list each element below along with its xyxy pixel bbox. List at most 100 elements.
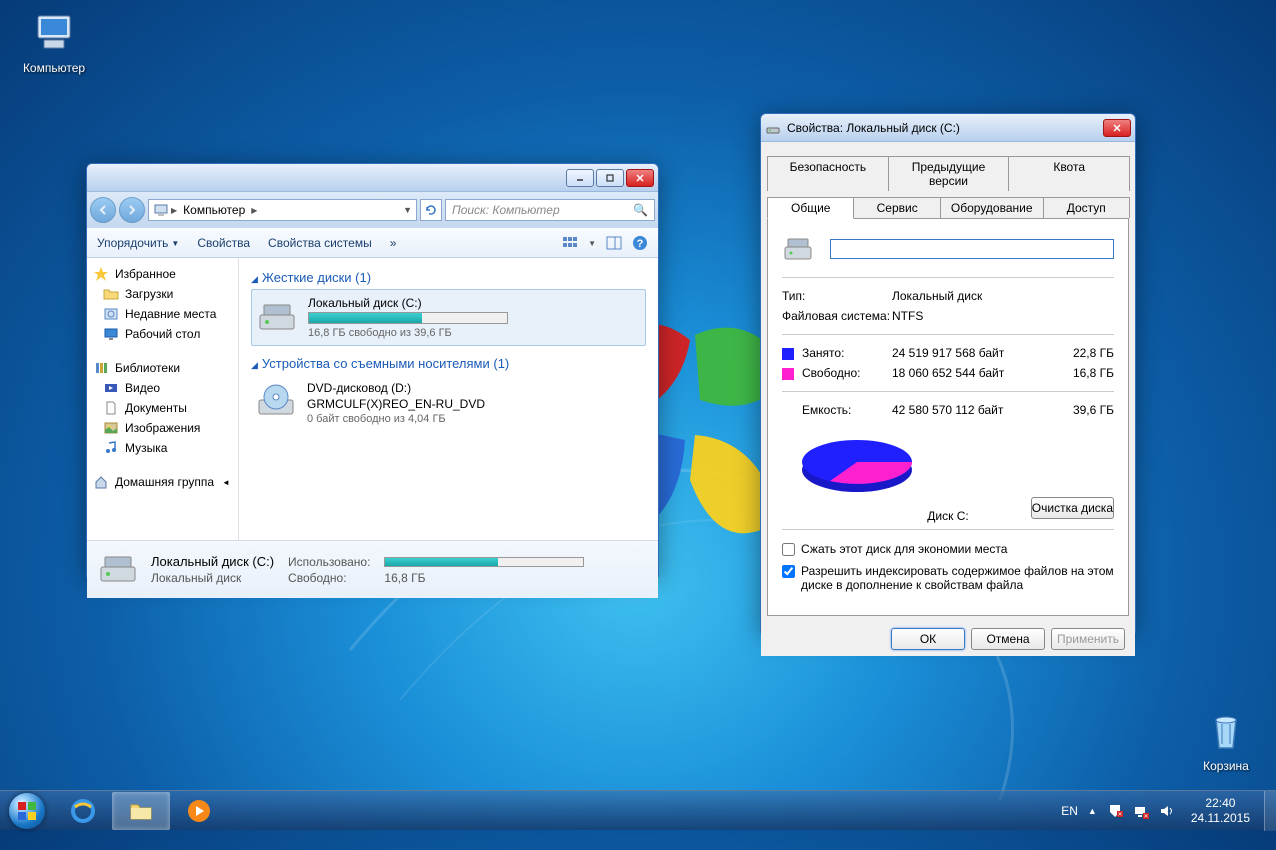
breadcrumb-arrow-icon[interactable]: ▶ xyxy=(169,206,179,215)
action-center-icon[interactable]: ✕ xyxy=(1107,803,1123,819)
toolbar-properties[interactable]: Свойства xyxy=(197,236,250,250)
hard-drive-icon xyxy=(782,233,814,265)
close-button[interactable] xyxy=(626,169,654,187)
details-free-label: Свободно: xyxy=(288,571,370,585)
svg-text:?: ? xyxy=(637,238,644,250)
volume-icon[interactable] xyxy=(1159,803,1175,819)
nav-homegroup[interactable]: Домашняя группа◄ xyxy=(87,472,238,492)
apply-button[interactable]: Применить xyxy=(1051,628,1125,650)
tray-clock[interactable]: 22:40 24.11.2015 xyxy=(1185,796,1256,825)
nav-forward-button[interactable] xyxy=(119,197,145,223)
show-desktop-button[interactable] xyxy=(1264,791,1276,831)
cancel-button[interactable]: Отмена xyxy=(971,628,1045,650)
desktop-icon-computer[interactable]: Компьютер xyxy=(14,8,94,75)
toolbar-system-properties[interactable]: Свойства системы xyxy=(268,236,372,250)
disk-name-input[interactable] xyxy=(830,239,1114,259)
taskbar-ie[interactable] xyxy=(54,792,112,830)
nav-downloads[interactable]: Загрузки xyxy=(87,284,238,304)
free-gb: 16,8 ГБ xyxy=(1054,366,1114,380)
tab-previous-versions[interactable]: Предыдущие версии xyxy=(888,156,1010,191)
desktop-icon-recycle[interactable]: Корзина xyxy=(1186,706,1266,773)
help-icon[interactable]: ? xyxy=(632,235,648,251)
chevron-down-icon[interactable]: ▼ xyxy=(588,239,596,248)
network-icon[interactable]: ✕ xyxy=(1133,803,1149,819)
nav-documents[interactable]: Документы xyxy=(87,398,238,418)
pictures-icon xyxy=(103,420,119,436)
index-checkbox-row[interactable]: Разрешить индексировать содержимое файло… xyxy=(782,560,1114,596)
capacity-label: Емкость: xyxy=(782,403,892,417)
refresh-button[interactable] xyxy=(420,199,442,221)
details-free-value: 16,8 ГБ xyxy=(384,571,584,585)
nav-back-button[interactable] xyxy=(90,197,116,223)
toolbar-organize[interactable]: Упорядочить ▼ xyxy=(97,236,179,250)
nav-video[interactable]: Видео xyxy=(87,378,238,398)
compress-checkbox-row[interactable]: Сжать этот диск для экономии места xyxy=(782,538,1114,560)
used-bytes: 24 519 917 568 байт xyxy=(892,346,1054,360)
index-checkbox[interactable] xyxy=(782,565,795,578)
hard-drive-icon xyxy=(97,549,139,591)
search-icon: 🔍 xyxy=(633,203,648,217)
tab-general[interactable]: Общие xyxy=(767,197,854,219)
music-icon xyxy=(103,440,119,456)
breadcrumb[interactable]: ▶ Компьютер ▶ ▼ xyxy=(148,199,417,221)
nav-libraries[interactable]: Библиотеки xyxy=(87,358,238,378)
breadcrumb-arrow-icon[interactable]: ▶ xyxy=(249,206,259,215)
triangle-down-icon: ◢ xyxy=(251,360,258,370)
tab-quota[interactable]: Квота xyxy=(1008,156,1130,191)
details-title: Локальный диск (C:) xyxy=(151,554,274,569)
nav-favorites[interactable]: Избранное xyxy=(87,264,238,284)
props-title: Свойства: Локальный диск (C:) xyxy=(787,121,1103,135)
tab-sharing[interactable]: Доступ xyxy=(1043,197,1130,218)
drive-c-name: Локальный диск (C:) xyxy=(308,296,641,310)
tray-language[interactable]: EN xyxy=(1061,804,1078,818)
hard-drive-icon xyxy=(765,120,781,136)
details-type: Локальный диск xyxy=(151,571,274,585)
fs-label: Файловая система: xyxy=(782,309,892,323)
breadcrumb-dropdown-icon[interactable]: ▼ xyxy=(403,205,412,215)
drive-c-free: 16,8 ГБ свободно из 39,6 ГБ xyxy=(308,327,641,339)
disk-cleanup-button[interactable]: Очистка диска xyxy=(1031,497,1114,519)
taskbar-media-player[interactable] xyxy=(170,792,228,830)
nav-desktop[interactable]: Рабочий стол xyxy=(87,324,238,344)
taskbar-explorer[interactable] xyxy=(112,792,170,830)
folder-icon xyxy=(127,797,155,825)
taskbar: EN ▲ ✕ ✕ 22:40 24.11.2015 xyxy=(0,790,1276,830)
start-button[interactable] xyxy=(0,791,54,831)
search-input[interactable]: Поиск: Компьютер 🔍 xyxy=(445,199,655,221)
computer-icon xyxy=(153,202,169,218)
group-hard-drives[interactable]: ◢Жесткие диски (1) xyxy=(251,266,646,289)
free-color-swatch xyxy=(782,368,794,380)
compress-checkbox[interactable] xyxy=(782,543,795,556)
tab-service[interactable]: Сервис xyxy=(853,197,940,218)
explorer-titlebar[interactable] xyxy=(87,164,658,192)
nav-music[interactable]: Музыка xyxy=(87,438,238,458)
nav-recent[interactable]: Недавние места xyxy=(87,304,238,324)
ok-button[interactable]: ОК xyxy=(891,628,965,650)
capacity-gb: 39,6 ГБ xyxy=(1054,403,1114,417)
minimize-button[interactable] xyxy=(566,169,594,187)
used-color-swatch xyxy=(782,348,794,360)
capacity-bytes: 42 580 570 112 байт xyxy=(892,403,1054,417)
preview-pane-icon[interactable] xyxy=(606,235,622,251)
tab-hardware[interactable]: Оборудование xyxy=(940,197,1044,218)
props-titlebar[interactable]: Свойства: Локальный диск (C:) xyxy=(761,114,1135,142)
toolbar-overflow[interactable]: » xyxy=(390,236,397,250)
free-label: Свободно: xyxy=(802,366,861,380)
svg-text:✕: ✕ xyxy=(1117,812,1122,818)
drive-d-item[interactable]: DVD-дисковод (D:) GRMCULF(X)REO_EN-RU_DV… xyxy=(251,375,646,431)
nav-pictures[interactable]: Изображения xyxy=(87,418,238,438)
tab-security[interactable]: Безопасность xyxy=(767,156,889,191)
tab-general-content: Тип:Локальный диск Файловая система:NTFS… xyxy=(767,218,1129,616)
search-placeholder: Поиск: Компьютер xyxy=(452,203,560,217)
tray-show-hidden-icon[interactable]: ▲ xyxy=(1088,806,1097,816)
hard-drive-icon xyxy=(256,297,298,339)
free-bytes: 18 060 652 544 байт xyxy=(892,366,1054,380)
maximize-button[interactable] xyxy=(596,169,624,187)
group-removable[interactable]: ◢Устройства со съемными носителями (1) xyxy=(251,352,646,375)
breadcrumb-computer[interactable]: Компьютер xyxy=(179,203,249,217)
close-button[interactable] xyxy=(1103,119,1131,137)
drive-d-name: DVD-дисковод (D:) xyxy=(307,381,642,395)
drive-c-item[interactable]: Локальный диск (C:) 16,8 ГБ свободно из … xyxy=(251,289,646,346)
view-mode-icon[interactable] xyxy=(562,235,578,251)
documents-icon xyxy=(103,400,119,416)
